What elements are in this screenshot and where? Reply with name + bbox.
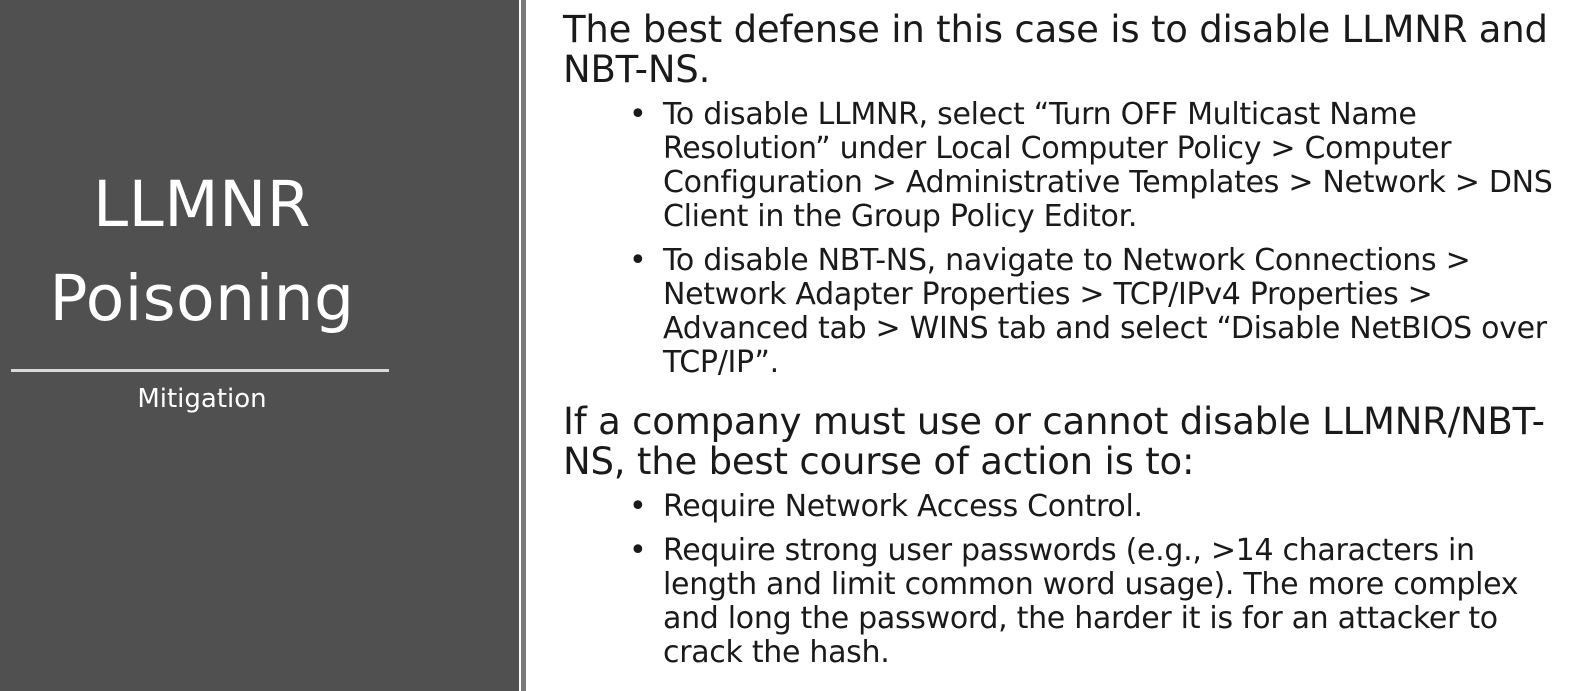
title-line-1: LLMNR [93, 168, 311, 241]
paragraph-defense: The best defense in this case is to disa… [563, 8, 1548, 91]
bullet-list-disable: • To disable LLMNR, select “Turn OFF Mul… [563, 98, 1563, 380]
slide-subtitle: Mitigation [137, 384, 267, 414]
bullet-glyph: • [629, 489, 647, 524]
bullet-item-llmnr: • To disable LLMNR, select “Turn OFF Mul… [563, 98, 1563, 234]
slide-title: LLMNR Poisoning [0, 158, 404, 346]
bullet-text: To disable NBT-NS, navigate to Network C… [663, 243, 1547, 380]
title-line-2: Poisoning [49, 262, 355, 335]
panel-divider-line [521, 0, 526, 691]
bullet-item-passwords: • Require strong user passwords (e.g., >… [563, 534, 1563, 670]
bullet-item-nac: • Require Network Access Control. [563, 490, 1563, 524]
bullet-text: Require Network Access Control. [663, 489, 1143, 524]
bullet-glyph: • [629, 243, 647, 278]
bullet-item-nbtns: • To disable NBT-NS, navigate to Network… [563, 244, 1563, 380]
bullet-list-alternatives: • Require Network Access Control. • Requ… [563, 490, 1563, 670]
bullet-text: To disable LLMNR, select “Turn OFF Multi… [663, 97, 1553, 234]
content-area: The best defense in this case is to disa… [563, 10, 1563, 680]
title-panel: LLMNR Poisoning Mitigation [0, 0, 519, 691]
bullet-text: Require strong user passwords (e.g., >14… [663, 533, 1519, 670]
bullet-glyph: • [629, 97, 647, 132]
title-underline [11, 369, 389, 372]
paragraph-alternative: If a company must use or cannot disable … [563, 400, 1545, 483]
bullet-glyph: • [629, 533, 647, 568]
slide: LLMNR Poisoning Mitigation The best defe… [0, 0, 1571, 691]
